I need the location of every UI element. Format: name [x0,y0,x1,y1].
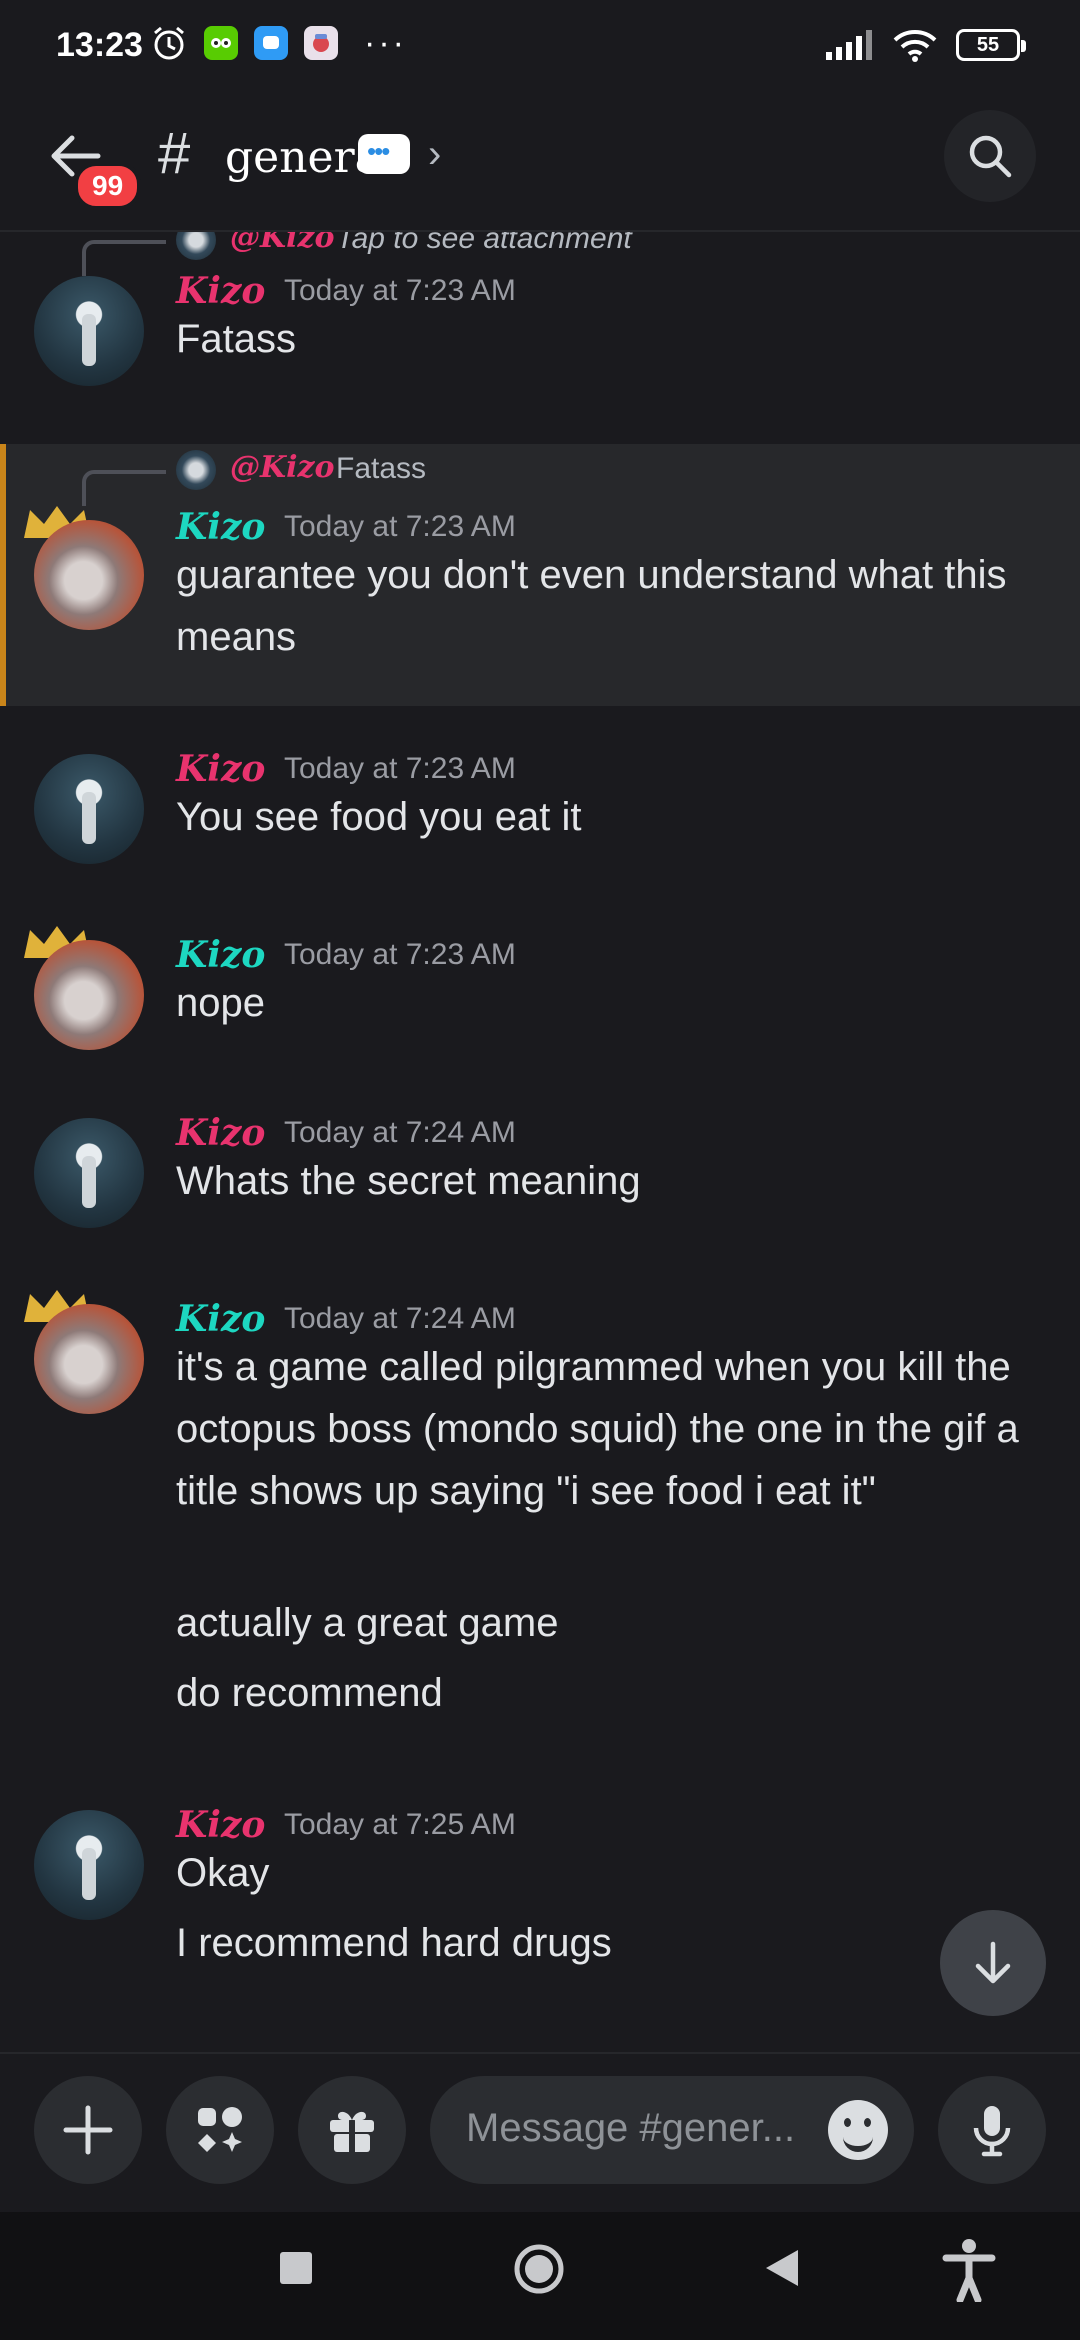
apps-button[interactable] [166,2076,274,2184]
message-text: do recommend [176,1671,443,1715]
wifi-icon [893,30,937,62]
reply-text: Fatass [336,452,427,485]
duolingo-icon [204,26,238,60]
jump-to-latest-button[interactable] [940,1910,1046,2016]
avatar[interactable] [34,520,144,630]
alarm-icon [154,26,184,60]
search-icon [969,135,1012,178]
accessibility-icon[interactable] [942,2238,996,2302]
reply-author: @Kizo [230,450,335,485]
chevron-right-icon[interactable]: › [428,132,441,177]
message-text: guarantee you don't even understand what… [176,553,1007,659]
status-system-icons: 55 [824,28,1026,62]
message-timestamp: Today at 7:23 AM [284,274,516,307]
message-author[interactable]: Kizo [176,1298,265,1340]
status-notification-icons: ··· [150,24,407,62]
message-list[interactable]: @Kizo Tap to see attachment Kizo Today a… [0,232,1080,2052]
message-timestamp: Today at 7:25 AM [284,1808,516,1841]
game-app-icon [304,26,338,60]
plus-icon [63,2105,113,2155]
message-author[interactable]: Kizo [176,506,265,548]
microphone-icon [973,2106,1011,2157]
message-author[interactable]: Kizo [176,934,265,976]
channel-hash-icon: # [158,121,191,186]
channel-header: 99 # general › [0,96,1080,232]
message-text: Fatass [176,317,297,361]
status-time: 13:23 [56,26,143,64]
system-navigation-bar [0,2212,1080,2340]
reply-avatar [176,232,216,260]
home-icon[interactable] [512,2242,566,2296]
emoji-icon[interactable] [828,2100,888,2160]
message-author[interactable]: Kizo [176,748,265,790]
reply-connector [82,240,166,276]
avatar[interactable] [34,276,144,386]
search-button[interactable] [944,110,1036,202]
avatar[interactable] [34,940,144,1050]
message-timestamp: Today at 7:24 AM [284,1302,516,1335]
message-input-placeholder: Message #gener... [466,2106,796,2150]
voice-message-button[interactable] [938,2076,1046,2184]
avatar[interactable] [34,1118,144,1228]
add-attachment-button[interactable] [34,2076,142,2184]
message-text: it's a game called pilgrammed when you k… [176,1345,1019,1513]
avatar[interactable] [34,754,144,864]
message-item[interactable]: Kizo Today at 7:24 AM it's a game called… [0,1290,1080,1720]
message-text: Whats the secret meaning [176,1159,641,1203]
message-item[interactable]: Kizo Today at 7:24 AM Whats the secret m… [0,1112,1080,1228]
more-notifications-icon: ··· [364,24,407,62]
message-timestamp: Today at 7:23 AM [284,510,516,543]
message-input[interactable]: Message #gener... [430,2076,914,2184]
back-nav-icon[interactable] [762,2246,802,2290]
recents-icon[interactable] [278,2250,314,2286]
unread-count-badge: 99 [74,162,142,210]
signal-icon [826,30,872,60]
apps-icon [198,2107,242,2152]
message-timestamp: Today at 7:24 AM [284,1116,516,1149]
speech-bubble-icon [358,134,410,174]
arrow-down-icon [975,1941,1011,1984]
message-text: nope [176,981,265,1025]
message-item[interactable]: @Kizo Fatass Kizo Today at 7:23 AM guara… [0,444,1080,706]
message-author[interactable]: Kizo [176,270,265,312]
message-text: Okay [176,1851,270,1895]
message-timestamp: Today at 7:23 AM [284,938,516,971]
message-item[interactable]: Kizo Today at 7:23 AM nope [0,926,1080,1050]
battery-icon: 55 [956,29,1026,61]
gift-button[interactable] [298,2076,406,2184]
status-bar: 13:23 ··· 55 [0,0,1080,96]
message-item[interactable]: Kizo Today at 7:23 AM Fatass [0,270,1080,392]
message-author[interactable]: Kizo [176,1804,265,1846]
message-text: I recommend hard drugs [176,1921,612,1965]
message-composer: Message #gener... [0,2052,1080,2212]
messenger-app-icon [254,26,288,60]
message-timestamp: Today at 7:23 AM [284,752,516,785]
gift-icon [330,2111,374,2152]
message-item[interactable]: Kizo Today at 7:25 AM Okay I recommend h… [0,1804,1080,1996]
message-item[interactable]: Kizo Today at 7:23 AM You see food you e… [0,748,1080,864]
message-text: actually a great game [176,1601,559,1645]
avatar[interactable] [34,1810,144,1920]
reply-text: Tap to see attachment [336,232,632,255]
reply-connector [82,470,166,506]
reply-author: @Kizo [230,232,335,255]
reply-avatar [176,450,216,490]
message-text: You see food you eat it [176,795,582,839]
avatar[interactable] [34,1304,144,1414]
message-author[interactable]: Kizo [176,1112,265,1154]
